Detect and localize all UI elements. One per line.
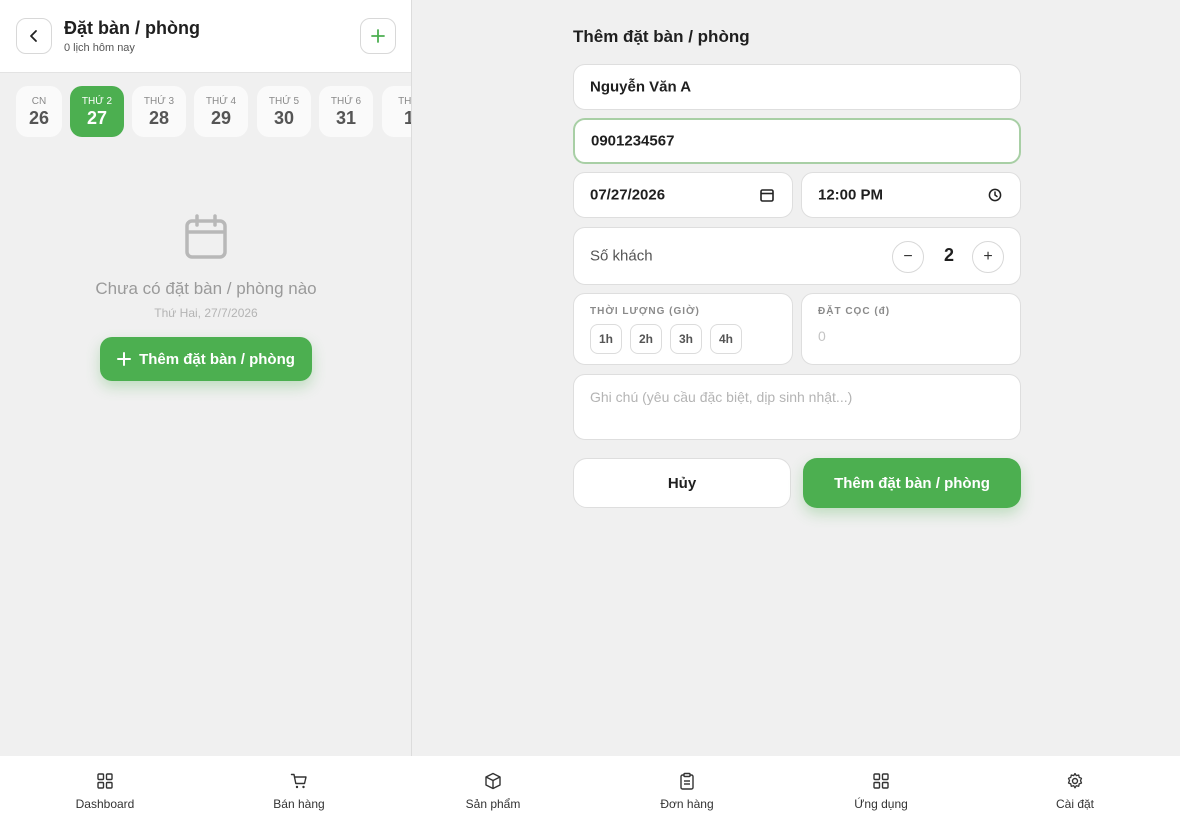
nav-label: Ứng dụng [854, 797, 908, 811]
day-selector: CN 26 THỨ 2 27 THỨ 3 28 THỨ 4 29 THỨ 5 3… [16, 86, 412, 138]
box-icon [485, 772, 501, 790]
day-date: 28 [148, 108, 170, 128]
date-field[interactable]: 07/27/2026 [573, 172, 793, 218]
empty-add-booking-button[interactable]: Thêm đặt bàn / phòng [100, 337, 312, 381]
empty-state-date: Thứ Hai, 27/7/2026 [154, 306, 258, 320]
day-item[interactable]: THỨ 4 29 [194, 86, 248, 137]
nav-label: Đơn hàng [660, 797, 714, 811]
day-item[interactable]: THỨ 3 28 [132, 86, 186, 137]
deposit-placeholder: 0 [818, 328, 826, 344]
chevron-left-icon [30, 30, 37, 42]
bottom-nav: Dashboard Bán hàng Sản phẩm Đơn hàng Ứng… [0, 756, 1180, 820]
guests-decrement-button[interactable]: − [892, 241, 924, 273]
clock-icon[interactable] [988, 188, 1002, 202]
time-value: 12:00 PM [818, 186, 884, 204]
form-title: Thêm đặt bàn / phòng [573, 27, 750, 46]
note-field[interactable]: Ghi chú (yêu cầu đặc biệt, dịp sinh nhật… [573, 374, 1021, 440]
deposit-label: ĐẶT CỌC (đ) [818, 306, 891, 317]
guests-field: Số khách − 2 + [573, 227, 1021, 285]
day-item[interactable]: THỨ 1 [382, 86, 412, 137]
duration-label: THỜI LƯỢNG (GIỜ) [590, 306, 700, 317]
duration-option[interactable]: 4h [710, 324, 742, 354]
cancel-button[interactable]: Hủy [573, 458, 791, 508]
duration-option[interactable]: 1h [590, 324, 622, 354]
page-title: Đặt bàn / phòng [64, 18, 200, 38]
submit-booking-button[interactable]: Thêm đặt bàn / phòng [803, 458, 1021, 508]
gear-icon [1067, 772, 1083, 789]
day-item[interactable]: CN 26 [16, 86, 62, 137]
nav-label: Sản phẩm [465, 797, 521, 811]
apps-icon [873, 773, 889, 789]
day-weekday: THỨ 5 [268, 96, 300, 107]
note-placeholder: Ghi chú (yêu cầu đặc biệt, dịp sinh nhật… [590, 389, 853, 405]
day-date: 27 [86, 108, 108, 128]
day-weekday: CN [31, 96, 47, 107]
duration-field: THỜI LƯỢNG (GIỜ) 1h 2h 3h 4h [573, 293, 793, 365]
time-field[interactable]: 12:00 PM [801, 172, 1021, 218]
name-value: Nguyễn Văn A [590, 78, 692, 96]
phone-field[interactable]: 0901234567 [573, 118, 1021, 164]
empty-add-label: Thêm đặt bàn / phòng [139, 350, 295, 368]
back-button[interactable] [16, 18, 52, 54]
day-date: 1 [382, 108, 411, 129]
cart-icon [290, 773, 307, 789]
plus-icon [117, 352, 132, 366]
grid-icon [97, 773, 113, 789]
nav-item-dashboard[interactable]: Dashboard [8, 756, 202, 820]
day-weekday: THỨ 2 [81, 96, 113, 107]
minus-icon: − [903, 248, 913, 265]
guests-count: 2 [943, 245, 954, 265]
date-value: 07/27/2026 [590, 186, 666, 204]
calendar-picker-icon[interactable] [760, 188, 774, 202]
plus-icon: + [983, 248, 993, 265]
nav-label: Dashboard [75, 797, 135, 811]
day-weekday: THỨ 4 [205, 96, 237, 107]
duration-option[interactable]: 3h [670, 324, 702, 354]
nav-item-orders[interactable]: Đơn hàng [590, 756, 784, 820]
nav-item-apps[interactable]: Ứng dụng [784, 756, 978, 820]
empty-state-title: Chưa có đặt bàn / phòng nào [95, 279, 317, 298]
nav-label: Bán hàng [273, 797, 325, 811]
day-weekday: THỨ [398, 96, 412, 107]
day-weekday: THỨ 6 [330, 96, 362, 107]
day-weekday: THỨ 3 [143, 96, 175, 107]
nav-item-products[interactable]: Sản phẩm [396, 756, 590, 820]
add-booking-button[interactable] [360, 18, 396, 54]
guests-increment-button[interactable]: + [972, 241, 1004, 273]
day-date: 26 [28, 108, 50, 128]
panel-header: Đặt bàn / phòng 0 lịch hôm nay [0, 0, 411, 73]
day-date: 29 [210, 108, 232, 128]
nav-item-sales[interactable]: Bán hàng [202, 756, 396, 820]
clipboard-icon [680, 772, 694, 790]
day-item-selected[interactable]: THỨ 2 27 [70, 86, 124, 137]
booking-list-panel: Đặt bàn / phòng 0 lịch hôm nay CN 26 THỨ… [0, 0, 412, 756]
plus-icon [371, 29, 385, 43]
duration-option[interactable]: 2h [630, 324, 662, 354]
day-date: 30 [273, 108, 295, 128]
day-item[interactable]: THỨ 5 30 [257, 86, 311, 137]
day-item[interactable]: THỨ 6 31 [319, 86, 373, 137]
page-subtitle: 0 lịch hôm nay [64, 42, 135, 54]
nav-label: Cài đặt [1055, 797, 1095, 811]
nav-item-settings[interactable]: Cài đặt [978, 756, 1172, 820]
deposit-field[interactable]: ĐẶT CỌC (đ) 0 [801, 293, 1021, 365]
day-date: 31 [335, 108, 357, 128]
name-field[interactable]: Nguyễn Văn A [573, 64, 1021, 110]
phone-value: 0901234567 [591, 132, 675, 150]
calendar-icon [185, 214, 227, 259]
guests-label: Số khách [590, 247, 653, 265]
